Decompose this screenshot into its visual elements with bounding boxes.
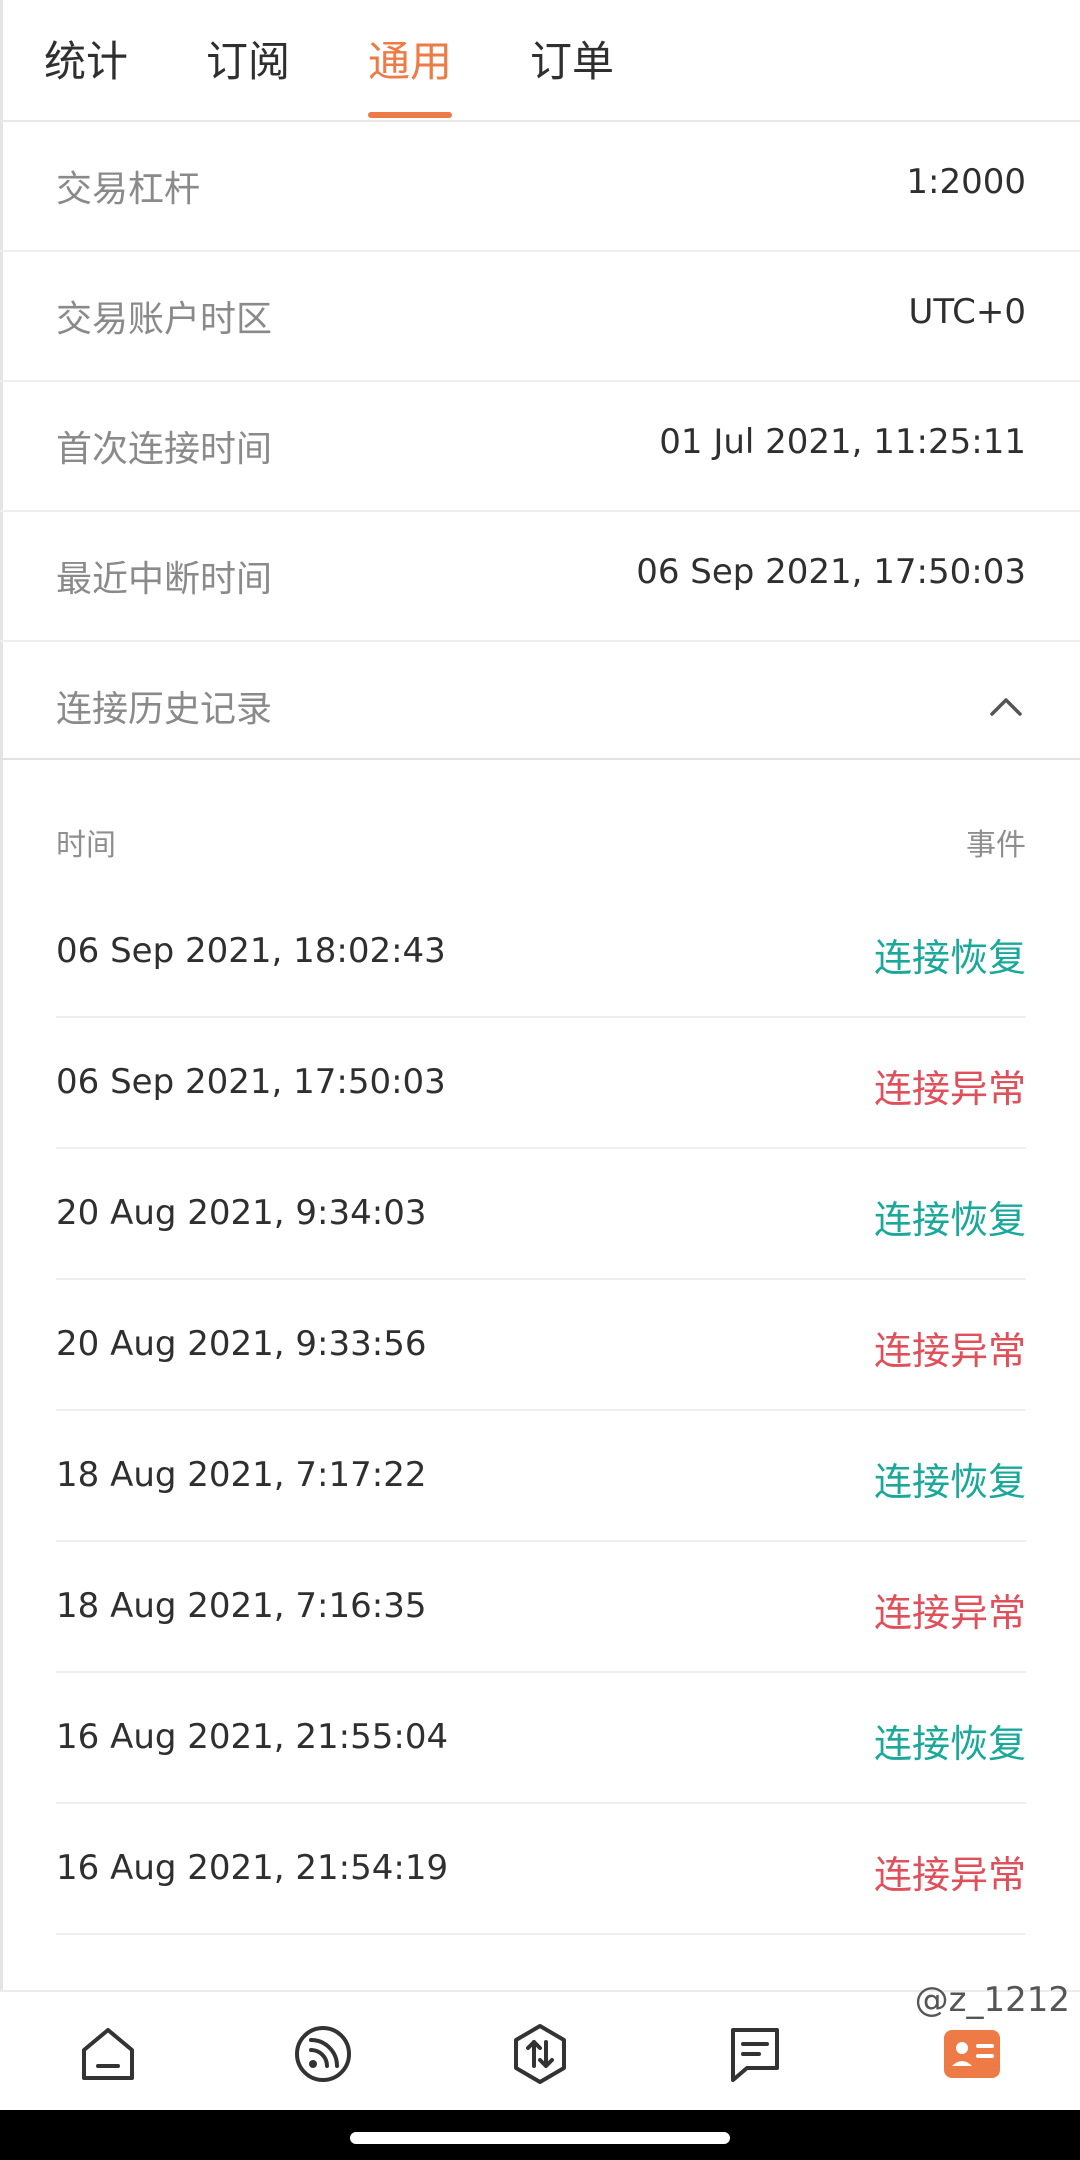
history-toggle-row[interactable]: 连接历史记录: [0, 642, 1080, 760]
history-time: 20 Aug 2021, 9:34:03: [56, 1193, 427, 1233]
home-icon: [82, 2028, 134, 2080]
table-row: 06 Sep 2021, 18:02:43 连接恢复: [56, 887, 1026, 1018]
table-row: 16 Aug 2021, 21:55:04 连接恢复: [56, 1673, 1026, 1804]
chevron-up-icon[interactable]: [986, 688, 1026, 728]
history-header: 时间 事件: [0, 820, 1080, 870]
history-time: 20 Aug 2021, 9:33:56: [56, 1324, 427, 1364]
history-label: 连接历史记录: [56, 689, 273, 730]
top-tabs: 统计 订阅 通用 订单: [0, 0, 1080, 122]
history-time: 18 Aug 2021, 7:17:22: [56, 1455, 427, 1495]
table-row: 16 Aug 2021, 21:54:19 连接异常: [56, 1804, 1026, 1935]
home-indicator[interactable]: [350, 2132, 730, 2144]
history-time: 16 Aug 2021, 21:55:04: [56, 1717, 449, 1757]
leverage-value: 1:2000: [906, 162, 1026, 202]
history-event: 连接异常: [873, 1853, 1026, 1897]
first-connect-value: 01 Jul 2021, 11:25:11: [659, 422, 1026, 462]
table-row: 18 Aug 2021, 7:16:35 连接异常: [56, 1542, 1026, 1673]
watermark: @z_1212: [914, 1980, 1070, 2020]
trade-icon: [514, 2024, 566, 2084]
leverage-label: 交易杠杆: [56, 169, 201, 210]
nav-messages[interactable]: [719, 2018, 791, 2090]
tab-general[interactable]: 通用: [368, 28, 452, 89]
history-time: 06 Sep 2021, 18:02:43: [56, 931, 446, 971]
history-event: 连接异常: [873, 1329, 1026, 1373]
first-connect-label: 首次连接时间: [56, 429, 273, 470]
history-time-header: 时间: [56, 828, 116, 863]
profile-card-icon: [944, 2030, 1000, 2078]
nav-profile[interactable]: [936, 2018, 1008, 2090]
message-icon: [731, 2028, 779, 2082]
nav-home[interactable]: [72, 2018, 144, 2090]
feed-icon: [295, 2026, 351, 2082]
history-event: 连接异常: [873, 1591, 1026, 1635]
history-event: 连接恢复: [873, 1198, 1026, 1242]
tab-orders[interactable]: 订单: [530, 28, 614, 89]
history-event-header: 事件: [966, 828, 1026, 863]
last-disconnect-value: 06 Sep 2021, 17:50:03: [636, 552, 1026, 592]
history-time: 18 Aug 2021, 7:16:35: [56, 1586, 427, 1626]
nav-trade[interactable]: [504, 2018, 576, 2090]
last-disconnect-row: 最近中断时间 06 Sep 2021, 17:50:03: [0, 512, 1080, 642]
timezone-label: 交易账户时区: [56, 299, 273, 340]
history-event: 连接恢复: [873, 1722, 1026, 1766]
history-event: 连接异常: [873, 1067, 1026, 1111]
history-time: 16 Aug 2021, 21:54:19: [56, 1848, 449, 1888]
nav-feed[interactable]: [287, 2018, 359, 2090]
tab-statistics[interactable]: 统计: [44, 28, 128, 89]
history-event: 连接恢复: [873, 1460, 1026, 1504]
tab-subscription[interactable]: 订阅: [206, 28, 290, 89]
table-row: 20 Aug 2021, 9:34:03 连接恢复: [56, 1149, 1026, 1280]
history-time: 06 Sep 2021, 17:50:03: [56, 1062, 446, 1102]
table-row: 20 Aug 2021, 9:33:56 连接异常: [56, 1280, 1026, 1411]
history-event: 连接恢复: [873, 936, 1026, 980]
table-row: 06 Sep 2021, 17:50:03 连接异常: [56, 1018, 1026, 1149]
first-connect-row: 首次连接时间 01 Jul 2021, 11:25:11: [0, 382, 1080, 512]
table-row: 18 Aug 2021, 7:17:22 连接恢复: [56, 1411, 1026, 1542]
timezone-value: UTC+0: [908, 292, 1026, 332]
active-tab-indicator: [368, 112, 452, 118]
last-disconnect-label: 最近中断时间: [56, 559, 273, 600]
timezone-row: 交易账户时区 UTC+0: [0, 252, 1080, 382]
leverage-row: 交易杠杆 1:2000: [0, 122, 1080, 252]
